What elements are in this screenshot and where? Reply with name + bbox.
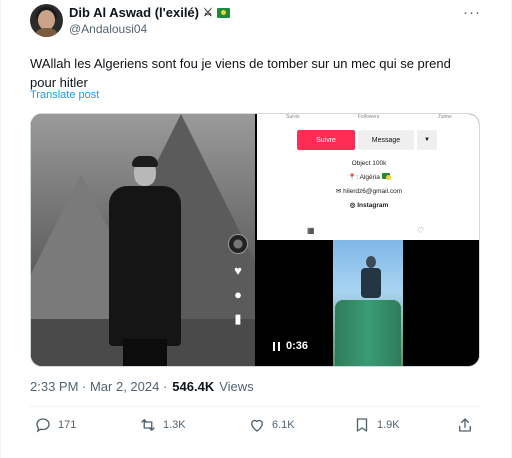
video-frame: [333, 240, 403, 366]
tweet-text: WAllah les Algeriens sont fou je viens d…: [30, 56, 451, 90]
like-button[interactable]: 6.1K: [248, 416, 295, 434]
views-label: Views: [219, 379, 254, 394]
reply-button[interactable]: 171: [34, 416, 76, 434]
liked-icon: ♡: [417, 226, 425, 235]
tiktok-side-icons: ♥ ● ▮: [227, 234, 249, 326]
tweet-meta: 2:33 PM · Mar 2, 2024 · 546.4K Views: [30, 379, 254, 394]
video-player[interactable]: 0:36: [257, 240, 479, 366]
bio-line: ◎ Instagram: [257, 199, 479, 213]
pause-icon[interactable]: [273, 341, 280, 351]
translate-post-link[interactable]: Translate post: [30, 89, 99, 101]
algeria-flag-icon: [381, 173, 391, 180]
share-icon: [459, 418, 471, 432]
figure-head-shape: [366, 256, 376, 268]
message-button: Message: [358, 130, 414, 150]
more-options-icon[interactable]: ···: [463, 4, 481, 21]
comment-icon: ●: [234, 287, 242, 302]
views-count: 546.4K: [172, 379, 215, 394]
algeria-flag-icon: [216, 7, 230, 18]
instagram-icon: ◎: [349, 202, 356, 209]
bio-instagram: Instagram: [357, 202, 389, 209]
mail-icon: ✉: [335, 188, 342, 195]
bio-line: ✉ hilerdz6@gmail.com: [257, 185, 479, 199]
author-name-row[interactable]: Dib Al Aswad (l'exilé) ⚔: [69, 5, 230, 20]
profile-stats-row: Suivis Followers J'aime: [257, 114, 479, 120]
heart-icon: ♥: [234, 263, 242, 278]
bookmark-button[interactable]: 1.9K: [353, 416, 400, 434]
crossed-swords-icon: ⚔: [203, 7, 213, 19]
like-count: 6.1K: [272, 419, 295, 431]
photo-man-in-coat[interactable]: ♥ ● ▮: [31, 114, 255, 366]
man-coat-shape: [109, 186, 181, 346]
heart-icon: [251, 419, 263, 432]
bookmark-count: 1.9K: [377, 419, 400, 431]
action-bar: 171 1.3K 6.1K 1.9K: [30, 416, 480, 438]
stat-label: Followers: [357, 114, 380, 120]
video-controls[interactable]: 0:36: [273, 340, 308, 352]
stat-label: J'aime: [437, 114, 452, 120]
man-legs-shape: [123, 339, 167, 366]
reply-icon: [36, 418, 50, 433]
profile-tab-row: ▦ ♡: [257, 226, 479, 240]
flag-cape-shape: [335, 300, 401, 366]
profile-bio: Object 100k 📍: Algéria ✉ hilerdz6@gmail.…: [257, 157, 479, 213]
video-time: 0:36: [286, 340, 309, 352]
share-button[interactable]: [456, 416, 474, 434]
author-handle[interactable]: @Andalousi04: [69, 22, 147, 36]
grid-icon: ▦: [307, 226, 315, 235]
media-grid[interactable]: ♥ ● ▮ Suivis Followers J'aime Suivre Mes…: [30, 113, 480, 367]
avatar-body: [33, 28, 60, 37]
retweet-count: 1.3K: [163, 419, 186, 431]
tiktok-profile-screenshot[interactable]: Suivis Followers J'aime Suivre Message ▼…: [257, 114, 479, 240]
bookmark-icon: ▮: [234, 311, 242, 326]
stat-label: Suivis: [286, 114, 300, 120]
retweet-icon: [141, 419, 155, 431]
follow-button: Suivre: [297, 130, 355, 150]
bio-line: Object 100k: [351, 160, 387, 167]
bio-email: hilerdz6@gmail.com: [343, 188, 403, 195]
retweet-button[interactable]: 1.3K: [139, 416, 186, 434]
tweet-container: Dib Al Aswad (l'exilé) ⚔ @Andalousi04 ··…: [0, 0, 512, 458]
timestamp[interactable]: 2:33 PM · Mar 2, 2024 ·: [30, 379, 167, 394]
dropdown-arrow-icon: ▼: [417, 130, 437, 150]
bio-location: 📍: Algéria: [348, 174, 380, 181]
bio-line: 📍: Algéria: [257, 171, 479, 185]
music-disc-icon: [228, 234, 248, 254]
reply-count: 171: [58, 419, 77, 431]
man-hair-shape: [132, 156, 158, 167]
author-display-name[interactable]: Dib Al Aswad (l'exilé): [69, 5, 199, 20]
figure-body-shape: [361, 268, 381, 298]
avatar[interactable]: [30, 4, 63, 37]
avatar-face: [38, 10, 55, 30]
bookmark-icon: [356, 418, 368, 432]
divider: [30, 406, 480, 407]
